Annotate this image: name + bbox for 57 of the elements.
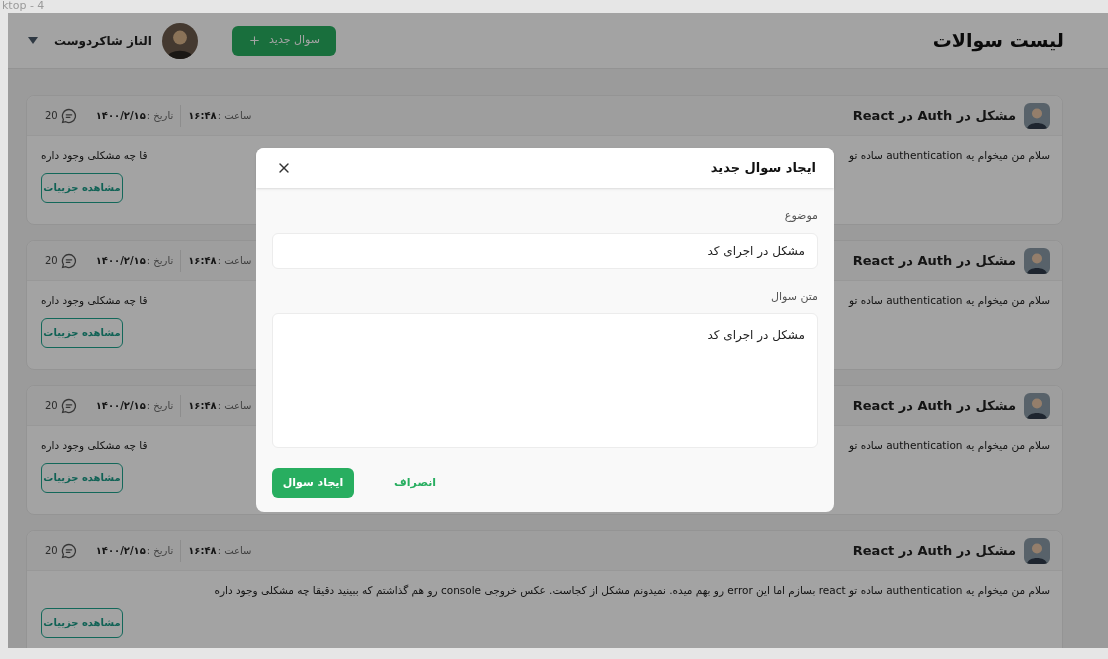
time-value: ۱۶:۴۸ (188, 254, 217, 268)
date-label: تاریخ : (146, 109, 174, 123)
time-value: ۱۶:۴۸ (188, 544, 217, 558)
avatar (1024, 392, 1050, 419)
field-label: متن سوال (769, 288, 818, 305)
time-label: ساعت : (217, 399, 252, 413)
date-label: تاریخ : (146, 399, 174, 413)
frame-label: ktop - 4 (2, 0, 45, 12)
avatar (1024, 537, 1050, 564)
comment-icon (60, 397, 77, 414)
details-button[interactable]: مشاهده جزییات (41, 317, 123, 348)
question-title: مشکل در Auth در React (852, 106, 1016, 125)
avatar (1024, 102, 1050, 129)
question-text: سلام من میخوام یه authentication ساده تو (848, 148, 1050, 164)
details-button[interactable]: مشاهده جزییات (41, 172, 123, 203)
comment-count: 20 (45, 544, 58, 558)
time-label: ساعت : (217, 254, 252, 268)
question-text-field[interactable]: مشکل در اجرای کد (272, 313, 818, 448)
comment-icon (60, 542, 77, 559)
comment-count: 20 (45, 109, 58, 123)
cancel-button[interactable]: انصراف (390, 468, 441, 498)
plus-icon (248, 34, 262, 47)
time-label: ساعت : (217, 109, 252, 123)
comment-count: 20 (45, 399, 58, 413)
date-value: ۱۴۰۰/۲/۱۵ (95, 544, 146, 558)
comment-icon (60, 252, 77, 269)
date-label: تاریخ : (146, 544, 174, 558)
question-title: مشکل در Auth در React (852, 251, 1016, 270)
page-title: لیست سوالات (932, 28, 1064, 54)
date-label: تاریخ : (146, 254, 174, 268)
question-text: سلام من میخوام یه authentication ساده تو (848, 438, 1050, 454)
comment-count: 20 (45, 254, 58, 268)
dialog-title: ایجاد سوال جدید (710, 159, 816, 178)
time-label: ساعت : (217, 544, 252, 558)
avatar (162, 22, 198, 59)
question-text: قا چه مشکلی وجود داره (41, 293, 148, 309)
comment-icon (60, 107, 77, 124)
question-text: قا چه مشکلی وجود داره (41, 438, 148, 454)
field-label: موضوع (783, 208, 818, 224)
details-button[interactable]: مشاهده جزییات (41, 607, 123, 638)
question-text: سلام من میخوام یه authentication ساده تو (848, 293, 1050, 309)
question-title: مشکل در Auth در React (852, 396, 1016, 415)
question-text: سلام من میخوام یه authentication ساده تو react بسازم اما این error رو بهم میده. نمیدونم مشکل از کجاست. عکس خروجی console رو هم گذاشتم که ببینید دقیقا چه مشکلی وجود داره (214, 583, 1050, 599)
date-value: ۱۴۰۰/۲/۱۵ (95, 109, 146, 123)
question-title: مشکل در Auth در React (852, 541, 1016, 560)
create-question-button[interactable]: ایجاد سوال (272, 468, 354, 498)
new-question-button[interactable]: سوال جدید (232, 25, 336, 56)
date-value: ۱۴۰۰/۲/۱۵ (95, 254, 146, 268)
time-value: ۱۶:۴۸ (188, 399, 217, 413)
subject-field[interactable]: مشکل در اجرای کد (272, 232, 818, 269)
user-name: الناز شاکردوست (54, 32, 152, 50)
caret-icon[interactable] (28, 37, 38, 44)
date-value: ۱۴۰۰/۲/۱۵ (95, 399, 146, 413)
question-text: قا چه مشکلی وجود داره (41, 148, 148, 164)
time-value: ۱۶:۴۸ (188, 109, 217, 123)
avatar (1024, 247, 1050, 274)
details-button[interactable]: مشاهده جزییات (41, 462, 123, 493)
